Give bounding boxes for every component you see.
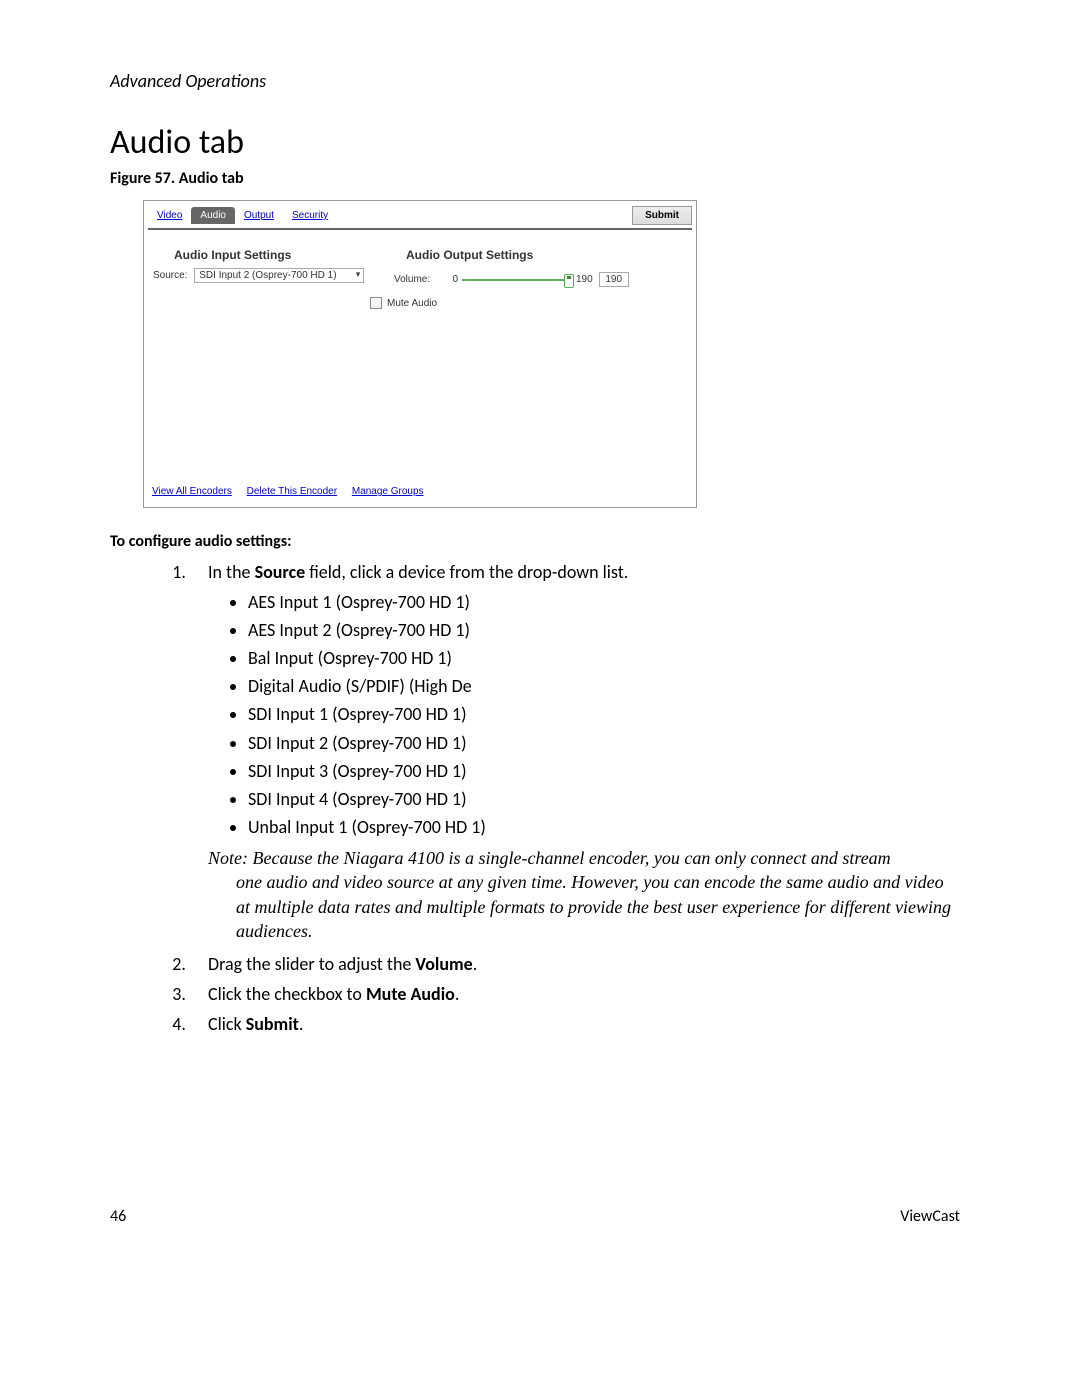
submit-button[interactable]: Submit xyxy=(632,206,692,225)
footer-links: View All Encoders Delete This Encoder Ma… xyxy=(152,486,436,497)
source-option: SDI Input 3 (Osprey-700 HD 1) xyxy=(248,758,960,784)
tab-video[interactable]: Video xyxy=(148,207,191,224)
section-header: Advanced Operations xyxy=(110,70,960,92)
volume-value-box[interactable]: 190 xyxy=(599,272,629,287)
note: Note: Because the Niagara 4100 is a sing… xyxy=(208,846,960,943)
source-option: SDI Input 2 (Osprey-700 HD 1) xyxy=(248,730,960,756)
source-options-list: AES Input 1 (Osprey-700 HD 1) AES Input … xyxy=(248,589,960,840)
step-2: Drag the slider to adjust the Volume. xyxy=(190,951,960,977)
step-1: In the Source field, click a device from… xyxy=(190,559,960,943)
steps-list: In the Source field, click a device from… xyxy=(110,559,960,1037)
source-label: Source: xyxy=(153,270,187,281)
brand-footer: ViewCast xyxy=(900,1207,960,1226)
tab-output[interactable]: Output xyxy=(235,207,283,224)
step-3: Click the checkbox to Mute Audio. xyxy=(190,981,960,1007)
instructions-heading: To configure audio settings: xyxy=(110,532,960,551)
volume-max: 190 xyxy=(576,274,593,285)
page-number: 46 xyxy=(110,1207,126,1226)
slider-thumb-icon[interactable] xyxy=(564,274,574,288)
tab-audio[interactable]: Audio xyxy=(191,207,235,224)
page-title: Audio tab xyxy=(110,122,960,163)
source-option: AES Input 2 (Osprey-700 HD 1) xyxy=(248,617,960,643)
link-delete-this-encoder[interactable]: Delete This Encoder xyxy=(247,486,337,497)
audio-input-heading: Audio Input Settings xyxy=(174,248,370,262)
audio-output-heading: Audio Output Settings xyxy=(406,248,690,262)
volume-min: 0 xyxy=(446,274,458,285)
link-view-all-encoders[interactable]: View All Encoders xyxy=(152,486,232,497)
figure-caption: Figure 57. Audio tab xyxy=(110,169,960,188)
source-option: SDI Input 4 (Osprey-700 HD 1) xyxy=(248,786,960,812)
volume-label: Volume: xyxy=(394,274,446,285)
tab-bar: VideoAudioOutputSecurity Submit xyxy=(148,207,692,230)
link-manage-groups[interactable]: Manage Groups xyxy=(352,486,424,497)
mute-label: Mute Audio xyxy=(387,298,437,309)
source-option: Digital Audio (S/PDIF) (High De xyxy=(248,673,960,699)
step-4: Click Submit. xyxy=(190,1011,960,1037)
source-select[interactable]: SDI Input 2 (Osprey-700 HD 1) xyxy=(194,268,364,283)
mute-checkbox[interactable] xyxy=(370,297,382,309)
source-option: Bal Input (Osprey-700 HD 1) xyxy=(248,645,960,671)
source-option: Unbal Input 1 (Osprey-700 HD 1) xyxy=(248,814,960,840)
source-option: AES Input 1 (Osprey-700 HD 1) xyxy=(248,589,960,615)
volume-slider[interactable] xyxy=(462,274,570,286)
source-option: SDI Input 1 (Osprey-700 HD 1) xyxy=(248,701,960,727)
tab-security[interactable]: Security xyxy=(283,207,337,224)
audio-tab-screenshot: VideoAudioOutputSecurity Submit Audio In… xyxy=(143,200,697,508)
